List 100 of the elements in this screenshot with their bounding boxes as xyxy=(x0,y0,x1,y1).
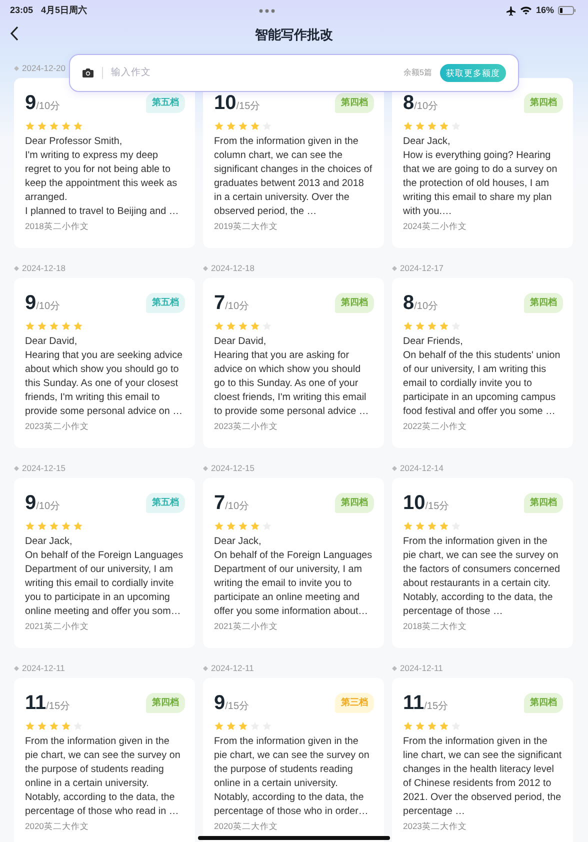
star-icon xyxy=(250,321,260,331)
essay-card[interactable] xyxy=(203,678,384,842)
diamond-icon xyxy=(14,266,19,270)
essay-excerpt: From the information given in the line chart, we can see the significant changes in the health literacy level of Chinese residents from 2012 to 2021. Over the observed period, the percentage … xyxy=(403,735,563,819)
score: 7 xyxy=(214,292,226,314)
star-icon xyxy=(226,721,236,731)
star-icon xyxy=(25,121,35,131)
essay-card[interactable] xyxy=(392,478,573,648)
star-icon xyxy=(415,521,425,531)
star-icon xyxy=(37,321,47,331)
essay-card[interactable] xyxy=(14,278,195,448)
diamond-icon xyxy=(203,466,208,470)
star-icon xyxy=(439,521,449,531)
star-icon xyxy=(427,121,437,131)
essay-source: 2021英二小作文 xyxy=(25,620,90,633)
tier-tag: 第五档 xyxy=(146,293,185,312)
essay-card[interactable] xyxy=(14,678,195,842)
star-icon xyxy=(25,721,35,731)
status-date: 4月5日周六 xyxy=(41,4,88,17)
star-icon xyxy=(415,721,425,731)
camera-icon[interactable] xyxy=(82,68,94,78)
essay-card[interactable]: 9/10分 第五档 Dear Professor Smith, I'm writing to express my deep regret to you for not being able to keep the appointment this week as arranged. I planned to travel to Beijing and … 2018英二小作文 xyxy=(14,78,195,248)
star-icon xyxy=(61,121,71,131)
essay-card[interactable] xyxy=(392,678,573,842)
essay-date: 2024-12-18 xyxy=(22,262,66,274)
tier-tag: 第四档 xyxy=(335,293,374,312)
essay-source: 2023英二小作文 xyxy=(214,420,279,433)
essay-date: 2024-12-17 xyxy=(400,262,444,274)
quota-label: 余额5篇 xyxy=(404,67,432,79)
tier-tag: 第四档 xyxy=(146,693,185,712)
star-icon xyxy=(403,321,413,331)
essay-excerpt: From the information given in the pie chart, we can see the survey on the purpose of students reading online in a certain university. Notably, according to the data, the percentage of those who in order… xyxy=(214,735,370,819)
essay-excerpt: Dear Jack, On behalf of the Foreign Languages Department of our university, I am writing the email to invite you to participate an online meeting and offer you some information about… xyxy=(214,535,374,619)
essay-source: 2019英二大作文 xyxy=(214,220,279,233)
star-icon xyxy=(73,321,83,331)
score: 8 xyxy=(403,292,414,314)
essay-card[interactable] xyxy=(203,478,384,648)
essay-date: 2024-12-15 xyxy=(211,462,254,474)
star-icon xyxy=(25,321,35,331)
essay-card[interactable] xyxy=(203,278,384,448)
essay-source: 2024英二小作文 xyxy=(403,220,468,233)
star-icon xyxy=(73,521,83,531)
star-icon xyxy=(427,321,437,331)
score: 11 xyxy=(403,692,424,714)
tier-tag: 第五档 xyxy=(146,493,185,512)
star-icon xyxy=(238,321,248,331)
essay-excerpt: Dear Jack, How is everything going? Hearing that we are going to do a survey on the protection of old houses, I am writing this email to share my plan with you.… xyxy=(403,135,558,219)
diamond-icon xyxy=(14,466,19,470)
diamond-icon xyxy=(14,666,19,670)
star-icon xyxy=(214,721,224,731)
essay-excerpt: Dear David, Hearing that you are seeking advice about which show you should go to this Sunday. As one of your closest friends, I'm writing this email to provide some personal advice on … xyxy=(25,335,184,419)
max-score: /10分 xyxy=(225,501,250,512)
star-icon xyxy=(214,521,224,531)
essay-card[interactable] xyxy=(392,278,573,448)
essay-source: 2023英二大作文 xyxy=(403,820,468,833)
more-icon xyxy=(258,8,276,12)
star-icon xyxy=(226,321,236,331)
star-icon xyxy=(439,721,449,731)
score: 9 xyxy=(214,692,226,714)
star-icon xyxy=(427,521,437,531)
essay-card[interactable]: 8/10分 第四档 Dear Jack, How is everything going? Hearing that we are going to do a survey on the protection of old houses, I am writing this email to share my plan with you.… 2024英二小作文 xyxy=(392,78,573,248)
essay-date: 2024-12-11 xyxy=(400,662,443,674)
star-icon xyxy=(49,721,59,731)
score: 7 xyxy=(214,492,226,514)
score: 10 xyxy=(403,492,426,514)
tier-tag: 第四档 xyxy=(335,93,374,112)
score: 8 xyxy=(403,92,414,114)
essay-card[interactable] xyxy=(14,478,195,648)
star-icon xyxy=(49,521,59,531)
score: 9 xyxy=(25,492,36,514)
star-icon xyxy=(238,121,248,131)
star-icon xyxy=(403,521,413,531)
battery-percent: 16% xyxy=(536,4,554,17)
max-score: /15分 xyxy=(225,701,250,712)
tier-tag: 第四档 xyxy=(524,293,563,312)
essay-excerpt: From the information given in the pie chart, we can see the survey on the purpose of students reading online in a certain university. Notably, according to the data, the percentage of those who read in … xyxy=(25,735,182,819)
essay-date: 2024-12-15 xyxy=(22,462,66,474)
essay-input[interactable]: 输入作文 xyxy=(102,67,404,79)
star-icon xyxy=(226,521,236,531)
max-score: /15分 xyxy=(236,101,260,112)
back-icon[interactable] xyxy=(10,26,19,41)
battery-icon xyxy=(558,6,576,15)
essay-excerpt: Dear Friends, On behalf of the this students' union of our university, I am writing this email to cordially invite you to participate in an upcoming campus food festival and offer you some … xyxy=(403,335,562,419)
star-icon xyxy=(403,721,413,731)
score: 11 xyxy=(25,692,46,714)
tier-tag: 第四档 xyxy=(524,493,563,512)
max-score: /10分 xyxy=(36,301,60,312)
star-icon xyxy=(61,321,71,331)
max-score: /10分 xyxy=(36,101,60,112)
diamond-icon xyxy=(392,666,397,670)
max-score: /15分 xyxy=(46,701,70,712)
star-icon xyxy=(61,721,71,731)
max-score: /10分 xyxy=(225,301,250,312)
tier-tag: 第五档 xyxy=(146,93,185,112)
diamond-icon xyxy=(203,266,208,270)
tier-tag: 第三档 xyxy=(335,693,374,712)
star-icon xyxy=(238,521,248,531)
essay-source: 2023英二小作文 xyxy=(25,420,90,433)
essay-source: 2020英二大作文 xyxy=(25,820,90,833)
star-icon xyxy=(73,121,83,131)
